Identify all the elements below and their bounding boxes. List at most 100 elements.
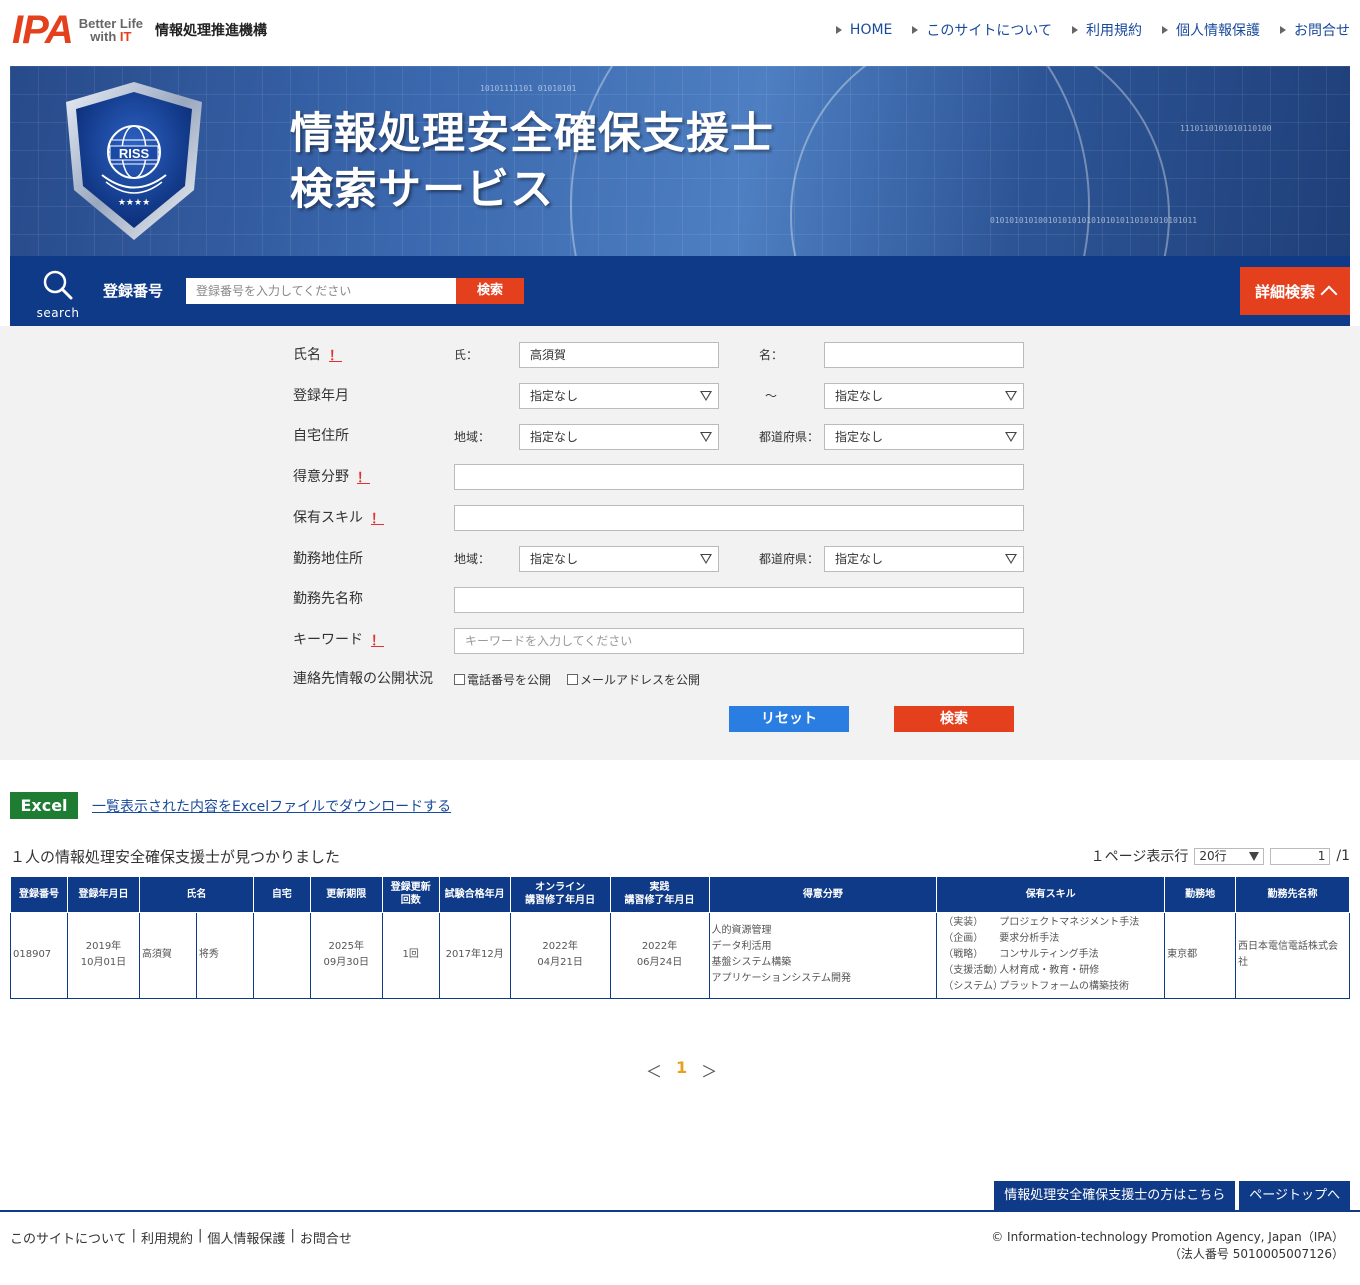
registration-from-select[interactable]: 指定なし	[519, 383, 719, 409]
skill-item: （実装） プロジェクトマネジメント手法	[943, 915, 1162, 931]
quick-search-bar: search 登録番号 登録番号を入力してください 検索 詳細検索	[10, 256, 1350, 326]
search-icon	[43, 270, 73, 300]
arrow-right-icon	[835, 26, 842, 34]
table-row[interactable]: 018907 2019年 10月01日 高須賀 将秀 2025年 09月30日 1回…	[10, 911, 1350, 999]
expire-year: 2025年	[328, 941, 364, 952]
skill-item: （支援活動） 人材育成・教育・研修	[943, 963, 1162, 979]
keyword-label: キーワード	[293, 632, 363, 648]
info-icon[interactable]: ！	[371, 630, 384, 649]
quick-search-button[interactable]: 検索	[456, 278, 524, 304]
prev-page-button[interactable]: ＜	[646, 1058, 662, 1082]
arrow-right-icon	[1280, 26, 1286, 34]
info-icon[interactable]: ！	[329, 345, 342, 364]
banner-binary-decoration: 0101010101001010101010101010110101010101…	[990, 216, 1198, 225]
footer-buttons: 情報処理安全確保支援士の方はこちら ページトップへ	[994, 1181, 1350, 1210]
home-region-label: 地域：	[454, 430, 491, 444]
logo-tagline-it: IT	[119, 29, 132, 44]
rows-per-page-select[interactable]: 20行	[1194, 847, 1265, 865]
next-page-button[interactable]: ＞	[701, 1058, 717, 1082]
footer-link-privacy[interactable]: 個人情報保護	[207, 1228, 285, 1247]
footer-divider	[0, 1210, 1360, 1212]
hero-banner: 0101010101001010101010101010110101010101…	[10, 66, 1350, 256]
info-icon[interactable]: ！	[371, 508, 384, 527]
work-region-value: 指定なし	[530, 552, 579, 566]
work-pref-select[interactable]: 指定なし	[824, 546, 1024, 572]
cell-skills: （実装） プロジェクトマネジメント手法 （企画） 要求分析手法 （戦略） コンサルティ…	[936, 911, 1166, 999]
work-address-label: 勤務地住所	[293, 551, 363, 567]
skill-name: プロジェクトマネジメント手法	[999, 917, 1140, 928]
search-toggle[interactable]: search	[34, 270, 82, 320]
col-name: 氏名	[138, 877, 254, 913]
skill-category: （支援活動）	[943, 965, 1004, 976]
info-icon[interactable]: ！	[357, 467, 370, 486]
skill-item: （戦略） コンサルティング手法	[943, 947, 1162, 963]
skill-input[interactable]	[454, 505, 1024, 531]
registration-to-select[interactable]: 指定なし	[824, 383, 1024, 409]
keyword-row: キーワード ！	[293, 626, 453, 652]
cell-reg-no: 018907	[10, 911, 68, 999]
excel-download-link[interactable]: 一覧表示された内容をExcelファイルでダウンロードする	[92, 796, 451, 816]
mail-public-checkbox[interactable]: メールアドレスを公開	[567, 671, 700, 688]
riss-info-button[interactable]: 情報処理安全確保支援士の方はこちら	[994, 1181, 1236, 1210]
nav-privacy[interactable]: 個人情報保護	[1162, 20, 1260, 40]
home-pref-value: 指定なし	[835, 430, 884, 444]
registration-date-label: 登録年月	[293, 388, 349, 404]
col-expire: 更新期限	[309, 877, 383, 913]
company-input[interactable]	[454, 587, 1024, 613]
detail-search-button[interactable]: 検索	[894, 706, 1014, 732]
col-home: 自宅	[252, 877, 311, 913]
detail-search-label: 詳細検索	[1254, 282, 1315, 301]
cell-company: 西日本電信電話株式会社	[1235, 911, 1350, 999]
field-item: データ利活用	[711, 941, 772, 952]
first-name-input[interactable]	[824, 342, 1024, 368]
footer-separator: |	[290, 1228, 295, 1243]
nav-home-label: HOME	[849, 22, 893, 38]
nav-home[interactable]: HOME	[835, 20, 893, 40]
footer-link-terms[interactable]: 利用規約	[141, 1228, 193, 1247]
reg-date-year: 2019年	[85, 941, 122, 952]
nav-contact[interactable]: お問合せ	[1280, 20, 1350, 40]
footer-link-contact[interactable]: お問合せ	[300, 1228, 352, 1247]
page-top-button[interactable]: ページトップへ	[1239, 1181, 1350, 1210]
registration-from-value: 指定なし	[530, 389, 579, 403]
detail-search-toggle-button[interactable]: 詳細検索	[1240, 267, 1350, 315]
name-label: 氏名	[293, 347, 321, 363]
range-tilde: ～	[765, 389, 778, 403]
col-work-place: 勤務地	[1164, 877, 1237, 913]
chevron-down-icon	[700, 432, 712, 442]
page-number-input[interactable]: 1	[1270, 847, 1331, 865]
emblem-label: RISS	[119, 146, 150, 161]
work-region-select[interactable]: 指定なし	[519, 546, 719, 572]
work-address-row: 勤務地住所	[293, 545, 453, 571]
cell-renewals: 1回	[381, 911, 440, 999]
skill-name: 要求分析手法	[999, 933, 1060, 944]
nav-contact-label: お問合せ	[1294, 23, 1350, 39]
company-row: 勤務先名称	[293, 585, 453, 611]
field-input[interactable]	[454, 464, 1024, 490]
last-name-input[interactable]: 高須賀	[519, 342, 719, 368]
home-pref-select[interactable]: 指定なし	[824, 424, 1024, 450]
banner-title-line1: 情報処理安全確保支援士	[290, 109, 774, 159]
nav-terms[interactable]: 利用規約	[1072, 20, 1142, 40]
keyword-input[interactable]: キーワードを入力してください	[454, 628, 1024, 654]
field-label: 得意分野	[293, 469, 349, 485]
reset-button[interactable]: リセット	[729, 706, 849, 732]
banner-binary-decoration: 1110110101010110100	[1180, 124, 1272, 133]
nav-about-label: このサイトについて	[926, 23, 1052, 39]
footer-link-about[interactable]: このサイトについて	[10, 1228, 127, 1247]
nav-about[interactable]: このサイトについて	[912, 20, 1052, 40]
excel-badge[interactable]: Excel	[10, 792, 78, 819]
rows-per-page-label: １ページ表示行	[1090, 849, 1189, 865]
registration-number-label: 登録番号	[103, 282, 164, 300]
current-page[interactable]: 1	[676, 1058, 687, 1082]
home-pref-label: 都道府県：	[759, 430, 820, 444]
last-name-label: 氏：	[454, 348, 479, 362]
home-region-select[interactable]: 指定なし	[519, 424, 719, 450]
registration-number-input[interactable]: 登録番号を入力してください	[186, 278, 456, 304]
result-count: １人の情報処理安全確保支援士が見つかりました	[10, 848, 341, 866]
cell-reg-date: 2019年 10月01日	[66, 911, 140, 999]
col-fields: 得意分野	[708, 877, 938, 913]
ipa-logo[interactable]: IPA Better Life with IT 情報処理推進機構	[12, 10, 267, 50]
phone-public-checkbox[interactable]: 電話番号を公開	[454, 671, 551, 688]
first-name-label: 名：	[759, 348, 784, 362]
